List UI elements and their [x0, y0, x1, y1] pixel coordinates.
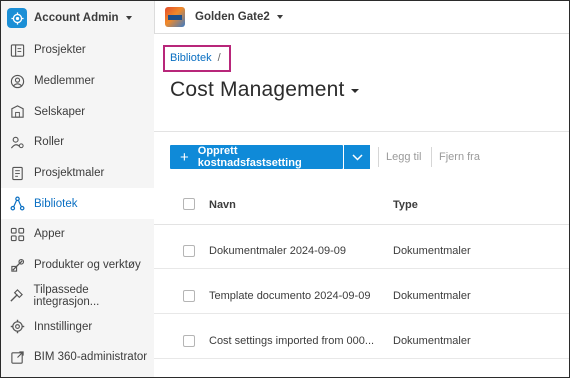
sidebar-item-prosjekter[interactable]: Prosjekter [1, 35, 154, 66]
page-title-text: Cost Management [170, 78, 345, 101]
row-type: Dokumentmaler [393, 245, 471, 257]
sidebar-item-integrasjoner[interactable]: Tilpassede integrasjon... [1, 281, 154, 312]
divider [154, 131, 569, 132]
divider [431, 147, 432, 167]
create-cost-setting-label: Opprett kostnadsfastsetting [197, 145, 302, 169]
sidebar-item-medlemmer[interactable]: Medlemmer [1, 66, 154, 97]
top-bar: Golden Gate2 [154, 1, 569, 34]
row-checkbox[interactable] [183, 335, 195, 347]
account-switcher[interactable]: Account Admin [1, 1, 154, 35]
sidebar-item-bibliotek[interactable]: Bibliotek [1, 188, 154, 220]
sidebar-item-innstillinger[interactable]: Innstillinger [1, 311, 154, 342]
table-header: Navn Type [154, 185, 569, 225]
companies-icon [9, 104, 25, 120]
sidebar-item-label: BIM 360-administrator [34, 351, 148, 364]
select-all-checkbox[interactable] [183, 198, 195, 210]
column-header-name[interactable]: Navn [209, 199, 236, 211]
row-type: Dokumentmaler [393, 335, 471, 347]
sidebar-item-label: Apper [34, 228, 65, 241]
breadcrumb: Bibliotek / [170, 52, 221, 64]
members-icon [9, 73, 25, 89]
sidebar-item-label: Prosjektmaler [34, 167, 105, 180]
table-row[interactable]: Template documento 2024-09-09 Dokumentma… [154, 278, 569, 314]
sidebar-item-label: Selskaper [34, 105, 86, 118]
table-row[interactable]: Cost settings imported from 000... Dokum… [154, 323, 569, 359]
sidebar-item-apper[interactable]: Apper [1, 219, 154, 250]
project-thumbnail[interactable] [165, 7, 185, 27]
sidebar-item-label: Innstillinger [34, 320, 93, 333]
external-link-icon [9, 349, 25, 365]
breadcrumb-link-bibliotek[interactable]: Bibliotek [170, 52, 212, 64]
row-checkbox[interactable] [183, 245, 195, 257]
sidebar-item-bim360[interactable]: BIM 360-administrator [1, 342, 154, 373]
project-name[interactable]: Golden Gate2 [195, 11, 270, 23]
settings-icon [9, 319, 25, 335]
sidebar-item-label: Produkter og verktøy [34, 259, 141, 272]
create-dropdown-button[interactable] [344, 145, 370, 169]
sidebar-item-selskaper[interactable]: Selskaper [1, 96, 154, 127]
projects-icon [9, 42, 25, 58]
row-checkbox[interactable] [183, 290, 195, 302]
sidebar-item-label: Medlemmer [34, 75, 95, 88]
create-cost-setting-button[interactable]: + Opprett kostnadsfastsetting [170, 145, 343, 169]
gear-icon [7, 8, 27, 28]
sidebar-item-prosjektmaler[interactable]: Prosjektmaler [1, 158, 154, 189]
column-header-type[interactable]: Type [393, 199, 418, 211]
project-templates-icon [9, 165, 25, 181]
remove-from-button[interactable]: Fjern fra [439, 151, 480, 163]
sidebar-item-label: Bibliotek [34, 197, 78, 210]
chevron-down-icon [351, 153, 363, 161]
sidebar-nav: Prosjekter Medlemmer Selskaper Roller Pr… [1, 35, 154, 373]
integrations-icon [9, 288, 25, 304]
library-icon [9, 196, 25, 212]
sidebar-item-produkter[interactable]: Produkter og verktøy [1, 250, 154, 281]
row-name: Cost settings imported from 000... [209, 335, 375, 347]
sidebar-item-label: Prosjekter [34, 44, 86, 57]
divider [378, 147, 379, 167]
roles-icon [9, 134, 25, 150]
products-icon [9, 257, 25, 273]
row-name: Dokumentmaler 2024-09-09 [209, 245, 346, 257]
add-to-button[interactable]: Legg til [386, 151, 421, 163]
sidebar-item-roller[interactable]: Roller [1, 127, 154, 158]
sidebar: Account Admin Prosjekter Medlemmer Selsk… [1, 1, 154, 377]
chevron-down-icon [125, 16, 132, 20]
sidebar-item-label: Tilpassede integrasjon... [33, 283, 100, 308]
apps-icon [9, 226, 25, 242]
page-title[interactable]: Cost Management [170, 78, 359, 102]
sidebar-item-label: Roller [34, 136, 65, 149]
breadcrumb-separator: / [217, 52, 221, 64]
row-name: Template documento 2024-09-09 [209, 290, 371, 302]
divider [154, 1, 155, 34]
table-row[interactable]: Dokumentmaler 2024-09-09 Dokumentmaler [154, 233, 569, 269]
account-label: Account Admin [34, 12, 119, 24]
chevron-down-icon [350, 89, 359, 93]
chevron-down-icon[interactable] [276, 15, 283, 19]
plus-icon: + [180, 148, 189, 166]
row-type: Dokumentmaler [393, 290, 471, 302]
